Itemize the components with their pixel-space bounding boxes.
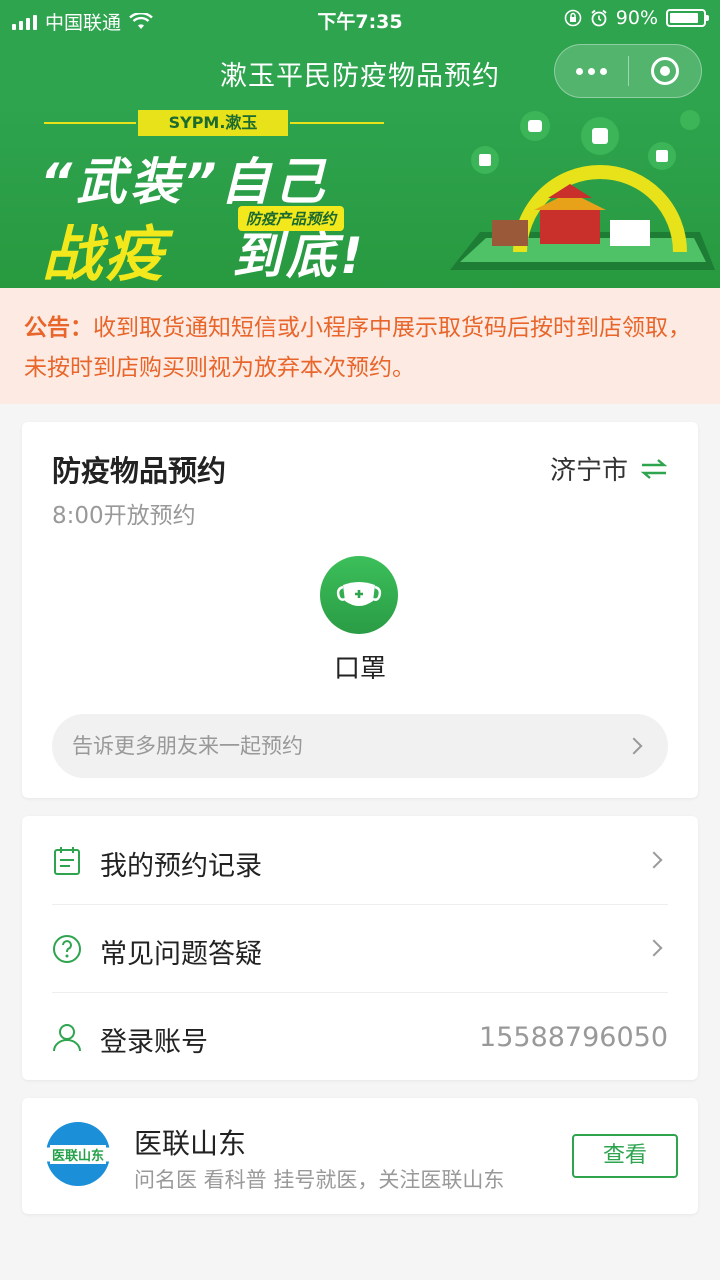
- chevron-right-icon: [645, 939, 663, 957]
- mask-item-label: 口罩: [333, 654, 386, 684]
- more-button[interactable]: [555, 44, 628, 98]
- notice-text: 收到取货通知短信或小程序中展示取货码后按时到店领取，未按时到店购买则视为放弃本次…: [24, 315, 691, 381]
- more-dots-icon: [575, 67, 607, 75]
- banner-headline-2a: 战疫: [42, 220, 166, 288]
- notice-banner: 公告：收到取货通知短信或小程序中展示取货码后按时到店领取，未按时到店购买则视为放…: [0, 288, 720, 404]
- ad-subtitle: 问名医 看科普 挂号就医，关注医联山东: [134, 1168, 505, 1192]
- battery-percent: 90%: [615, 7, 658, 29]
- banner-illustration: [450, 110, 715, 270]
- alarm-icon: [591, 9, 607, 27]
- banner-headline-1: “武装”自己: [40, 153, 329, 211]
- switch-arrows-icon: [640, 458, 668, 479]
- mask-icon: [336, 582, 382, 606]
- banner-tag: 防疫产品预约: [238, 206, 345, 231]
- ad-logo: 医联山东: [46, 1122, 110, 1186]
- banner-rule-left: [44, 122, 136, 124]
- user-icon: [53, 1024, 81, 1052]
- ad-card: 医联山东 医联山东 问名医 看科普 挂号就医，关注医联山东 查看: [22, 1098, 698, 1214]
- menu-card: 我的预约记录 常见问题答疑 登录账号 15588796050: [22, 816, 698, 1080]
- account-phone: 15588796050: [479, 1022, 668, 1053]
- question-circle-icon: [53, 935, 81, 963]
- chevron-right-icon: [625, 737, 643, 755]
- menu-label-account: 登录账号: [100, 1027, 208, 1058]
- city-switcher[interactable]: 济宁市: [550, 450, 668, 487]
- chevron-right-icon: [645, 851, 663, 869]
- menu-item-account[interactable]: 登录账号 15588796050: [52, 992, 668, 1080]
- menu-item-records[interactable]: 我的预约记录: [52, 816, 668, 904]
- share-text: 告诉更多朋友来一起预约: [72, 734, 303, 758]
- reservation-card: 防疫物品预约 8:00开放预约 济宁市 口罩 告诉更多朋友来一起预约: [22, 422, 698, 798]
- menu-label-records: 我的预约记录: [100, 851, 262, 882]
- menu-item-faq[interactable]: 常见问题答疑: [52, 904, 668, 992]
- reservation-open-time: 8:00开放预约: [52, 503, 196, 529]
- notice-label: 公告：: [24, 315, 93, 341]
- menu-label-faq: 常见问题答疑: [100, 939, 262, 970]
- ad-logo-text: 医联山东: [49, 1144, 106, 1164]
- banner-logo: SYPM.漱玉: [138, 110, 288, 136]
- miniprogram-capsule: [554, 44, 702, 98]
- share-button[interactable]: 告诉更多朋友来一起预约: [52, 714, 668, 778]
- ad-title: 医联山东: [134, 1127, 247, 1160]
- clipboard-icon: [54, 847, 80, 875]
- status-right: 90%: [564, 7, 709, 29]
- reservation-title: 防疫物品预约: [52, 454, 227, 488]
- mask-item-button[interactable]: [320, 556, 398, 634]
- city-label: 济宁市: [549, 456, 628, 486]
- status-bar: 中国联通 下午7:35 90%: [0, 0, 720, 38]
- banner-rule-right: [290, 122, 384, 124]
- lock-rotation-icon: [564, 9, 582, 27]
- target-icon: [650, 57, 679, 85]
- view-button[interactable]: 查看: [572, 1134, 678, 1178]
- nav-bar: 漱玉平民防疫物品预约: [0, 38, 720, 102]
- promo-banner[interactable]: SYPM.漱玉 “武装”自己 战疫 到底! 防疫产品预约: [0, 102, 720, 288]
- battery-icon: [666, 9, 709, 27]
- close-miniprogram-button[interactable]: [629, 44, 702, 98]
